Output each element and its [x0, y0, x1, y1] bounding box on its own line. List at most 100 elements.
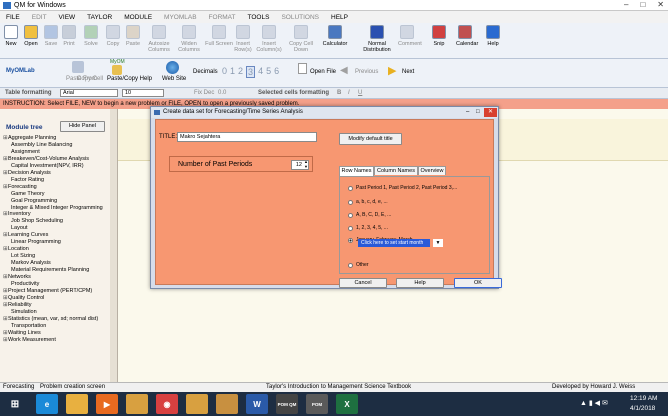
tree-item[interactable]: Markov Analysis [3, 260, 115, 267]
menu-module[interactable]: MODULE [118, 14, 158, 21]
underline-button[interactable]: U [358, 90, 362, 96]
tree-item[interactable]: Game Theory [3, 191, 115, 198]
decimals-option-6[interactable]: 6 [274, 66, 279, 78]
font-size-select[interactable]: 10 [122, 89, 164, 97]
menu-view[interactable]: VIEW [53, 14, 82, 21]
maximize-button[interactable]: □ [640, 0, 645, 9]
fix-dec-value[interactable]: 0.0 [218, 90, 226, 96]
next-button[interactable]: Next [402, 69, 414, 75]
tab-column-names[interactable]: Column Names [374, 166, 418, 175]
paste-copy-help-button[interactable]: Paste/Copy Help [107, 76, 152, 82]
taskbar-app-media-player[interactable]: ▶ [96, 394, 118, 414]
bold-button[interactable]: B [337, 90, 341, 96]
tab-row-names[interactable]: Row Names [339, 166, 374, 176]
taskbar-app-pom-qm[interactable]: POM QM [276, 394, 298, 414]
tree-item[interactable]: ⊞Networks [3, 274, 115, 281]
radio-icon[interactable] [348, 212, 353, 218]
tree-item[interactable]: Factor Rating [3, 177, 115, 184]
tree-item[interactable]: ⊞Learning Curves [3, 232, 115, 239]
hide-panel-button[interactable]: Hide Panel [60, 121, 105, 132]
dialog-close-button[interactable]: ✕ [484, 108, 497, 117]
tree-item[interactable]: ⊞Location [3, 246, 115, 253]
radio-icon[interactable] [348, 185, 353, 191]
tree-item[interactable]: Linear Programming [3, 239, 115, 246]
tree-item[interactable]: Goal Programming [3, 198, 115, 205]
taskbar-app-chrome[interactable]: ◉ [156, 394, 178, 414]
solve-button[interactable]: Solve [82, 25, 100, 47]
spinner-arrows-icon[interactable]: ▲ ▼ [304, 159, 308, 169]
taskbar-app-excel[interactable]: X [336, 394, 358, 414]
open-button[interactable]: Open [22, 25, 40, 47]
tree-item[interactable]: Capital Investment(NPV, IRR) [3, 163, 115, 170]
title-input[interactable]: Makro Sejahtera [177, 132, 317, 142]
tree-item[interactable]: Assignment [3, 149, 115, 156]
tree-item[interactable]: ⊞Project Management (PERT/CPM) [3, 288, 115, 295]
fix-dec-label[interactable]: Fix Dec [194, 90, 214, 96]
calculator-button[interactable]: Calculator [320, 25, 350, 47]
tree-item[interactable]: ⊞Breakeven/Cost-Volume Analysis [3, 156, 115, 163]
menu-help[interactable]: HELP [325, 14, 354, 21]
normal-distribution-button[interactable]: Normal Distribution [362, 25, 392, 53]
cancel-button[interactable]: Cancel [339, 278, 387, 288]
row-name-option[interactable]: a, b, c, d, e, ... [348, 199, 388, 205]
open-file-button[interactable]: Open File [310, 69, 336, 75]
taskbar-app-folder-3[interactable] [216, 394, 238, 414]
font-select[interactable]: Arial [60, 89, 118, 97]
tree-item[interactable]: Layout [3, 225, 115, 232]
clock-date[interactable]: 4/1/2018 [630, 405, 655, 412]
tree-item[interactable]: Transportation [3, 323, 115, 330]
tree-item[interactable]: Job Shop Scheduling [3, 218, 115, 225]
radio-icon[interactable] [348, 199, 353, 205]
radio-icon[interactable] [348, 262, 353, 268]
comment-button[interactable]: Comment [398, 25, 422, 47]
paste-button[interactable]: Paste [124, 25, 142, 47]
menu-file[interactable]: FILE [0, 14, 26, 21]
decimals-option-0[interactable]: 0 [222, 66, 227, 78]
clock-time[interactable]: 12:19 AM [630, 395, 657, 402]
tree-item[interactable]: ⊞Aggregate Planning [3, 135, 115, 142]
dialog-maximize-button[interactable]: □ [476, 107, 480, 118]
row-name-option[interactable]: Past Period 1, Past Period 2, Past Perio… [348, 185, 457, 191]
help-button[interactable]: Help [396, 278, 444, 288]
taskbar-app-pom-qm-2[interactable]: POM [306, 394, 328, 414]
menu-tools[interactable]: TOOLS [242, 14, 276, 21]
myomlab-label[interactable]: MyOMLab [6, 68, 35, 74]
tree-item[interactable]: ⊞Forecasting [3, 184, 115, 191]
tab-overview[interactable]: Overview [418, 166, 446, 175]
decimals-option-2[interactable]: 2 [238, 66, 243, 78]
decimals-option-4[interactable]: 4 [258, 66, 263, 78]
taskbar-app-folder-2[interactable] [186, 394, 208, 414]
tree-item[interactable]: Assembly Line Balancing [3, 142, 115, 149]
row-name-option[interactable]: Other [348, 262, 369, 268]
tree-item[interactable]: Material Requirements Planning [3, 267, 115, 274]
dropdown-arrow-icon[interactable]: ▼ [433, 239, 443, 247]
taskbar-app-file-explorer[interactable] [66, 394, 88, 414]
windows-start-icon[interactable]: ⊞ [4, 394, 26, 414]
minimize-button[interactable]: – [624, 0, 628, 9]
tree-item[interactable]: ⊞Waiting Lines [3, 330, 115, 337]
previous-button[interactable]: Previous [355, 69, 378, 75]
copy-cell-down-button[interactable]: Copy Cell Down [286, 25, 316, 53]
print-button[interactable]: Print [60, 25, 78, 47]
dialog-minimize-button[interactable]: – [466, 107, 469, 118]
help-button[interactable]: Help [484, 25, 502, 47]
tree-item[interactable]: ⊞Statistics (mean, var, sd; normal dist) [3, 316, 115, 323]
close-button[interactable]: ✕ [657, 0, 664, 9]
decimals-option-5[interactable]: 5 [266, 66, 271, 78]
copy-cell-button[interactable]: Copy Cell [77, 76, 103, 82]
italic-button[interactable]: I [348, 90, 350, 96]
tree-item[interactable]: Simulation [3, 309, 115, 316]
snip-button[interactable]: Snip [430, 25, 448, 47]
copy-button[interactable]: Copy [104, 25, 122, 47]
periods-spinner[interactable]: 12 ▲ ▼ [291, 159, 309, 170]
ok-button[interactable]: OK [454, 278, 502, 288]
save-button[interactable]: Save [42, 25, 60, 47]
modify-default-title-button[interactable]: Modify default title [339, 133, 402, 145]
tree-scrollbar[interactable] [110, 109, 117, 382]
tree-item[interactable]: ⊞Work Measurement [3, 337, 115, 344]
tray-icons[interactable]: ▲ ▮ ◀ ✉ [580, 399, 608, 407]
taskbar-app-word[interactable]: W [246, 394, 268, 414]
row-name-option[interactable]: 1, 2, 3, 4, 5, ... [348, 225, 388, 231]
tree-item[interactable]: ⊞Decision Analysis [3, 170, 115, 177]
decimals-option-3[interactable]: 3 [246, 66, 256, 78]
